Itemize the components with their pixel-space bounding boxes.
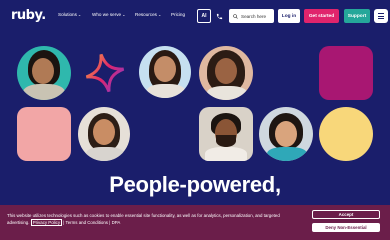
pink-square-tile <box>17 107 71 161</box>
nav-who-we-serve[interactable]: Who we serve⌄ <box>92 12 125 17</box>
nav-pricing[interactable]: Pricing <box>171 12 185 17</box>
receptionist-photo-6 <box>259 107 313 161</box>
privacy-policy-link[interactable]: Privacy Policy <box>30 218 63 226</box>
chevron-down-icon: ⌄ <box>77 12 82 17</box>
phone-icon[interactable] <box>214 10 224 22</box>
nav-solutions[interactable]: Solutions⌄ <box>58 12 81 17</box>
nav-label: Who we serve <box>92 12 122 17</box>
nav-resources[interactable]: Resources⌄ <box>135 12 161 17</box>
ruby-star-logo-icon <box>82 50 128 96</box>
search-placeholder: Search here <box>241 13 267 19</box>
cookie-banner-text: This website utilizes technologies such … <box>7 213 299 227</box>
separator: | <box>109 219 111 225</box>
top-navigation: ruby. Solutions⌄ Who we serve⌄ Resources… <box>0 0 390 32</box>
terms-link[interactable]: Terms and Conditions <box>66 220 108 225</box>
login-button[interactable]: Log in <box>278 9 300 23</box>
support-button[interactable]: Support <box>344 9 370 23</box>
search-input[interactable]: Search here <box>229 9 274 23</box>
nav-label: Resources <box>135 12 157 17</box>
nav-label: Solutions <box>58 12 77 17</box>
magenta-square-tile <box>319 46 373 100</box>
accept-cookies-button[interactable]: Accept <box>312 210 380 219</box>
hero-headline: People-powered, <box>109 172 281 197</box>
deny-non-essential-button[interactable]: Deny Non-Essential <box>312 223 380 232</box>
dpa-link[interactable]: DPA <box>112 220 121 225</box>
hamburger-menu-icon[interactable] <box>374 9 388 23</box>
search-icon <box>233 13 238 19</box>
ruby-logo[interactable]: ruby. <box>11 8 46 23</box>
receptionist-photo-1 <box>17 46 71 100</box>
receptionist-photo-3 <box>199 46 253 100</box>
receptionist-photo-4 <box>78 107 130 161</box>
nav-label: Pricing <box>171 12 186 17</box>
receptionist-photo-2 <box>139 46 191 98</box>
get-started-button[interactable]: Get started <box>304 9 339 23</box>
chevron-down-icon: ⌄ <box>157 12 162 17</box>
ai-button[interactable]: AI <box>197 9 211 23</box>
chevron-down-icon: ⌄ <box>122 12 126 17</box>
yellow-circle-tile <box>319 107 373 161</box>
receptionist-photo-5 <box>199 107 253 161</box>
separator: | <box>63 219 65 225</box>
